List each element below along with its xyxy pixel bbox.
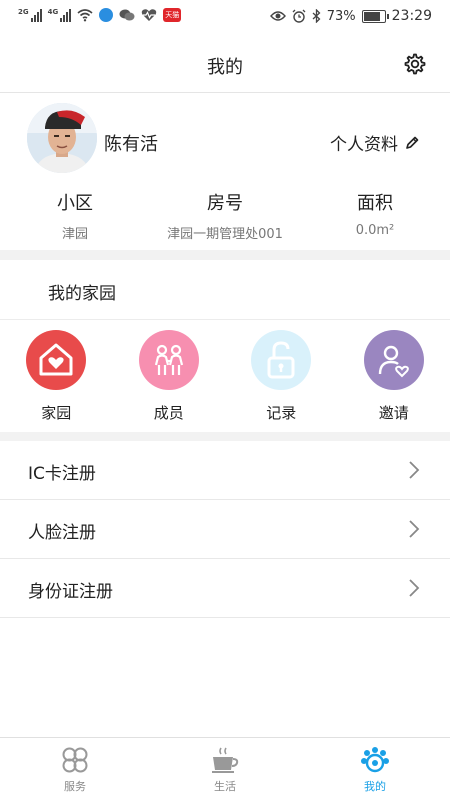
my-home-section: 我的家园 家园 成员	[0, 260, 450, 432]
avatar-image	[27, 103, 97, 173]
section-gap	[0, 250, 450, 260]
stat-label: 小区	[0, 189, 150, 215]
stat-value: 津园一期管理处001	[150, 223, 300, 242]
signal-icon: 4G	[48, 8, 72, 22]
user-flower-icon	[359, 744, 391, 776]
chevron-right-icon	[408, 579, 420, 597]
section-gap	[0, 432, 450, 441]
wifi-icon	[77, 8, 93, 22]
shortcut-grid: 家园 成员	[0, 330, 450, 423]
menu-item-face[interactable]: 人脸注册	[0, 500, 450, 559]
shortcut-invite[interactable]: 邀请	[338, 330, 450, 423]
stat-label: 面积	[300, 189, 450, 215]
family-icon	[139, 330, 199, 390]
shortcut-records[interactable]: 记录	[225, 330, 338, 423]
network-type-label: 4G	[48, 8, 59, 16]
menu-item-label: 身份证注册	[28, 577, 113, 602]
divider	[0, 319, 450, 320]
stat-label: 房号	[150, 189, 300, 215]
stat-value: 津园	[0, 223, 150, 242]
tab-label: 服务	[0, 778, 150, 794]
eye-icon	[270, 10, 286, 22]
coffee-cup-icon	[209, 744, 241, 776]
wechat-icon	[119, 8, 135, 22]
shortcut-label: 家园	[0, 402, 113, 423]
page-title: 我的	[0, 53, 450, 79]
edit-profile-button[interactable]: 个人资料	[330, 130, 420, 155]
pencil-icon	[404, 135, 420, 151]
tab-label: 生活	[150, 778, 300, 794]
health-icon	[141, 8, 157, 22]
app-header: 我的	[0, 36, 450, 93]
stat-area: 面积 0.0m²	[300, 189, 450, 242]
registration-menu: IC卡注册 人脸注册 身份证注册	[0, 441, 450, 618]
user-name: 陈有活	[104, 130, 158, 156]
bluetooth-icon	[312, 9, 321, 23]
battery-percent: 73%	[327, 9, 356, 24]
tab-label: 我的	[300, 778, 450, 794]
edit-profile-label: 个人资料	[330, 130, 398, 155]
shortcut-label: 成员	[113, 402, 226, 423]
shortcut-home[interactable]: 家园	[0, 330, 113, 423]
chevron-right-icon	[408, 461, 420, 479]
invite-user-icon	[364, 330, 424, 390]
profile-stats: 小区 津园 房号 津园一期管理处001 面积 0.0m²	[0, 189, 450, 242]
shortcut-members[interactable]: 成员	[113, 330, 226, 423]
home-heart-icon	[26, 330, 86, 390]
battery-icon	[362, 10, 386, 23]
clover-icon	[59, 744, 91, 776]
stat-room: 房号 津园一期管理处001	[150, 189, 300, 242]
menu-item-ic-card[interactable]: IC卡注册	[0, 441, 450, 500]
status-left: 2G 4G 天猫	[18, 8, 181, 22]
bottom-tab-bar: 服务 生活 我的	[0, 737, 450, 801]
stat-value: 0.0m²	[300, 223, 450, 238]
avatar[interactable]	[27, 103, 97, 173]
menu-item-label: 人脸注册	[28, 518, 96, 543]
tab-mine[interactable]: 我的	[300, 738, 450, 801]
unlock-icon	[251, 330, 311, 390]
tab-life[interactable]: 生活	[150, 738, 300, 801]
menu-item-label: IC卡注册	[28, 459, 96, 484]
shortcut-label: 记录	[225, 402, 338, 423]
shortcut-label: 邀请	[338, 402, 450, 423]
alarm-icon	[292, 9, 306, 23]
app-notification-icon	[99, 8, 113, 22]
clock: 23:29	[392, 8, 432, 24]
network-type-label: 2G	[18, 8, 29, 16]
profile-card: 陈有活 个人资料 小区 津园 房号 津园一期管理处001 面积 0.0m²	[0, 93, 450, 250]
menu-item-id-card[interactable]: 身份证注册	[0, 559, 450, 618]
tab-service[interactable]: 服务	[0, 738, 150, 801]
section-title: 我的家园	[48, 279, 116, 304]
chevron-right-icon	[408, 520, 420, 538]
status-bar: 2G 4G 天猫	[0, 0, 450, 36]
app-badge: 天猫	[163, 8, 181, 22]
signal-icon: 2G	[18, 8, 42, 22]
status-right: 73% 23:29	[270, 8, 432, 24]
stat-community: 小区 津园	[0, 189, 150, 242]
gear-icon[interactable]	[402, 52, 426, 76]
